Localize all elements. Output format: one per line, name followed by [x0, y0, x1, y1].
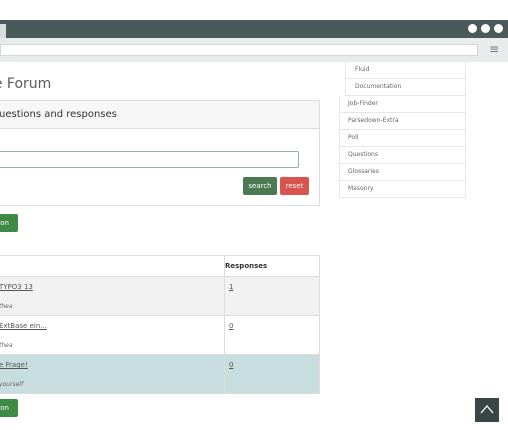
url-field[interactable] — [0, 44, 478, 56]
window-dot-2[interactable] — [481, 24, 490, 33]
reset-button[interactable]: reset — [280, 177, 309, 195]
window-controls — [468, 24, 503, 33]
browser-title-bar — [0, 20, 508, 38]
sidebar-item-parsedown-extra[interactable]: Parsedown-Extra — [339, 113, 466, 130]
new-question-button-bottom[interactable]: ion — [0, 399, 18, 417]
panel-title: uestions and responses — [0, 109, 117, 120]
sidebar-item-glossaries[interactable]: Glossaries — [339, 164, 466, 181]
page-title: ase Forum — [0, 76, 52, 92]
window-dot-1[interactable] — [468, 24, 477, 33]
sidebar-nav: Fluid Documentation Job-Finder Parsedown… — [339, 62, 466, 198]
search-input[interactable] — [0, 151, 299, 168]
responses-column-header: Responses — [224, 255, 320, 277]
sidebar-item-masonry[interactable]: Masonry — [339, 181, 466, 198]
topic-author: thea — [0, 342, 13, 349]
responses-count-link[interactable]: 0 — [225, 316, 319, 330]
sidebar-item-fluid[interactable]: Fluid — [345, 62, 466, 79]
topic-link[interactable]: ExtBase ein... — [0, 322, 47, 330]
new-question-button-top[interactable]: ion — [0, 214, 18, 232]
scroll-to-top-button[interactable] — [475, 398, 499, 422]
hamburger-menu-icon[interactable]: ≡ — [489, 42, 499, 56]
topic-author: thea — [0, 303, 13, 310]
sidebar-item-questions[interactable]: Questions — [339, 147, 466, 164]
topic-link[interactable]: TYPO3 13 — [0, 283, 33, 291]
sidebar-item-poll[interactable]: Poll — [339, 130, 466, 147]
table-row: ExtBase ein... thea 0 — [0, 315, 320, 355]
search-panel: uestions and responses search reset — [0, 100, 320, 206]
browser-tab[interactable] — [0, 24, 6, 38]
browser-address-bar: ≡ — [0, 38, 508, 62]
search-button[interactable]: search — [243, 177, 277, 195]
new-question-label: ion — [0, 219, 9, 227]
topic-link[interactable]: e Frage! — [0, 361, 28, 369]
topic-column-header — [0, 255, 225, 277]
table-row: e Frage! yourself 0 — [0, 354, 320, 394]
responses-count-link[interactable]: 0 — [225, 355, 319, 369]
table-row: TYPO3 13 thea 1 — [0, 276, 320, 316]
chevron-up-icon — [480, 405, 494, 414]
window-dot-3[interactable] — [494, 24, 503, 33]
forum-table: Responses TYPO3 13 thea 1 ExtBase ein...… — [0, 255, 320, 394]
sidebar-item-job-finder[interactable]: Job-Finder — [339, 96, 466, 113]
new-question-label: ion — [0, 404, 9, 412]
sidebar-item-documentation[interactable]: Documentation — [345, 79, 466, 96]
topic-author: yourself — [0, 381, 24, 388]
responses-count-link[interactable]: 1 — [225, 277, 319, 291]
table-header-row: Responses — [0, 255, 320, 277]
